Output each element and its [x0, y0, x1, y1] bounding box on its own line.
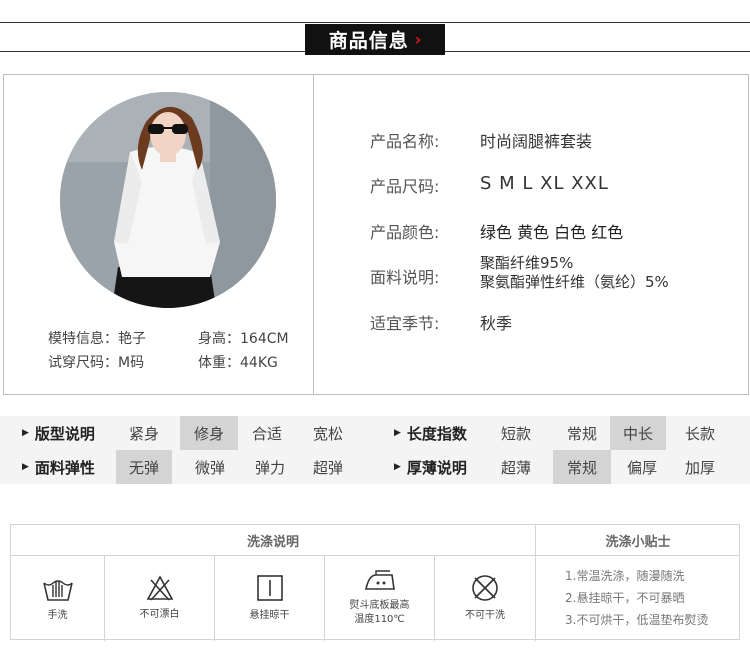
washing-tips: 1.常温洗涤，随漫随洗 2.悬挂晾干，不可暴晒 3.不可烘干，低温垫布熨烫 — [565, 565, 708, 631]
triangle-right-icon: ▶ — [394, 428, 401, 438]
elasticity-option: 超弹 — [312, 458, 343, 477]
model-name: 模特信息：艳子 — [48, 331, 146, 347]
product-season-label: 适宜季节: — [370, 314, 440, 333]
thickness-option: 加厚 — [684, 458, 715, 477]
product-size-label: 产品尺码: — [370, 177, 440, 196]
product-fabric-line-1: 聚酯纤维95% — [480, 254, 574, 272]
thickness-option: 偏厚 — [626, 458, 657, 477]
product-fabric-label: 面料说明: — [370, 268, 440, 287]
care-label: 不可干洗 — [465, 610, 505, 621]
fit-option-selected: 修身 — [180, 416, 238, 450]
product-color-value: 绿色 黄色 白色 红色 — [480, 223, 624, 242]
no-dry-clean-icon — [472, 575, 498, 601]
washing-heading: 洗涤说明 — [246, 534, 299, 550]
chevron-right-icon: › — [414, 30, 422, 49]
table-divider — [535, 525, 536, 641]
panel-divider — [313, 74, 314, 395]
care-item-hand-wash: 手洗 — [11, 555, 104, 641]
care-item-no-bleach: 不可漂白 — [105, 555, 214, 641]
care-item-hang-dry: 悬挂晾干 — [215, 555, 324, 641]
elasticity-heading: ▶ 面料弹性 — [22, 458, 95, 477]
section-title: 商品信息 › — [305, 24, 445, 55]
triangle-right-icon: ▶ — [394, 462, 401, 472]
tip-item: 3.不可烘干，低温垫布熨烫 — [565, 613, 709, 627]
product-name-row: 产品名称: 时尚阔腿裤套装 — [370, 128, 592, 152]
product-size-value: S M L XL XXL — [480, 173, 609, 194]
product-fabric-row: 面料说明: 聚酯纤维95% 聚氨酯弹性纤维（氨纶）5% — [370, 254, 669, 292]
thickness-heading: ▶ 厚薄说明 — [394, 458, 467, 477]
attribute-row-2: ▶ 面料弹性 无弹 微弹 弹力 超弹 ▶ 厚薄说明 超薄 常规 偏厚 加厚 — [0, 450, 750, 484]
care-label: 不可漂白 — [139, 609, 180, 620]
triangle-right-icon: ▶ — [22, 428, 29, 438]
product-season-value: 秋季 — [480, 314, 513, 333]
product-name-value: 时尚阔腿裤套装 — [480, 132, 593, 151]
fit-heading: ▶ 版型说明 — [22, 424, 95, 443]
model-photo — [60, 92, 276, 308]
attribute-row-1: ▶ 版型说明 紧身 修身 合适 宽松 ▶ 长度指数 短款 常规 中长 长款 — [0, 416, 750, 450]
model-weight: 体重：44KG — [198, 355, 278, 371]
product-season-row: 适宜季节: 秋季 — [370, 310, 512, 334]
product-color-label: 产品颜色: — [370, 223, 440, 242]
section-title-text: 商品信息 — [328, 30, 409, 52]
hand-wash-icon — [42, 580, 73, 601]
hang-dry-icon — [256, 575, 283, 601]
fit-option: 合适 — [251, 424, 282, 443]
product-fabric-line-2: 聚氨酯弹性纤维（氨纶）5% — [480, 273, 669, 291]
length-option: 长款 — [684, 424, 715, 443]
elasticity-option: 弹力 — [254, 458, 285, 477]
elasticity-option: 微弹 — [194, 458, 225, 477]
model-photo-illustration — [60, 92, 276, 308]
model-size: 试穿尺码：M码 — [48, 355, 145, 371]
tip-item: 1.常温洗涤，随漫随洗 — [565, 569, 685, 583]
washing-table: 洗涤说明 洗涤小贴士 手洗 不可漂白 悬挂晾干 熨斗底板最高 温度110℃ 不可… — [10, 524, 740, 641]
care-item-iron: 熨斗底板最高 温度110℃ — [325, 555, 434, 641]
tip-item: 2.悬挂晾干，不可暴晒 — [565, 591, 685, 605]
care-item-no-dry-clean: 不可干洗 — [435, 555, 535, 641]
iron-icon — [364, 570, 395, 590]
no-bleach-icon — [146, 575, 173, 601]
fit-option: 紧身 — [128, 424, 159, 443]
triangle-right-icon: ▶ — [22, 462, 29, 472]
product-color-row: 产品颜色: 绿色 黄色 白色 红色 — [370, 219, 623, 243]
length-option-selected: 中长 — [610, 416, 666, 450]
elasticity-option-selected: 无弹 — [116, 450, 172, 484]
thickness-option: 超薄 — [500, 458, 531, 477]
care-label: 悬挂晾干 — [249, 610, 290, 621]
length-option: 短款 — [500, 424, 531, 443]
washing-tips-heading: 洗涤小贴士 — [605, 534, 671, 550]
care-label: 熨斗底板最高 温度110℃ — [349, 600, 410, 625]
product-name-label: 产品名称: — [370, 132, 440, 151]
care-label: 手洗 — [47, 610, 68, 621]
product-size-row: 产品尺码: S M L XL XXL — [370, 173, 609, 197]
thickness-option-selected: 常规 — [553, 450, 611, 484]
length-heading: ▶ 长度指数 — [394, 424, 467, 443]
fit-option: 宽松 — [312, 424, 343, 443]
model-height: 身高：164CM — [198, 331, 289, 347]
length-option: 常规 — [566, 424, 597, 443]
